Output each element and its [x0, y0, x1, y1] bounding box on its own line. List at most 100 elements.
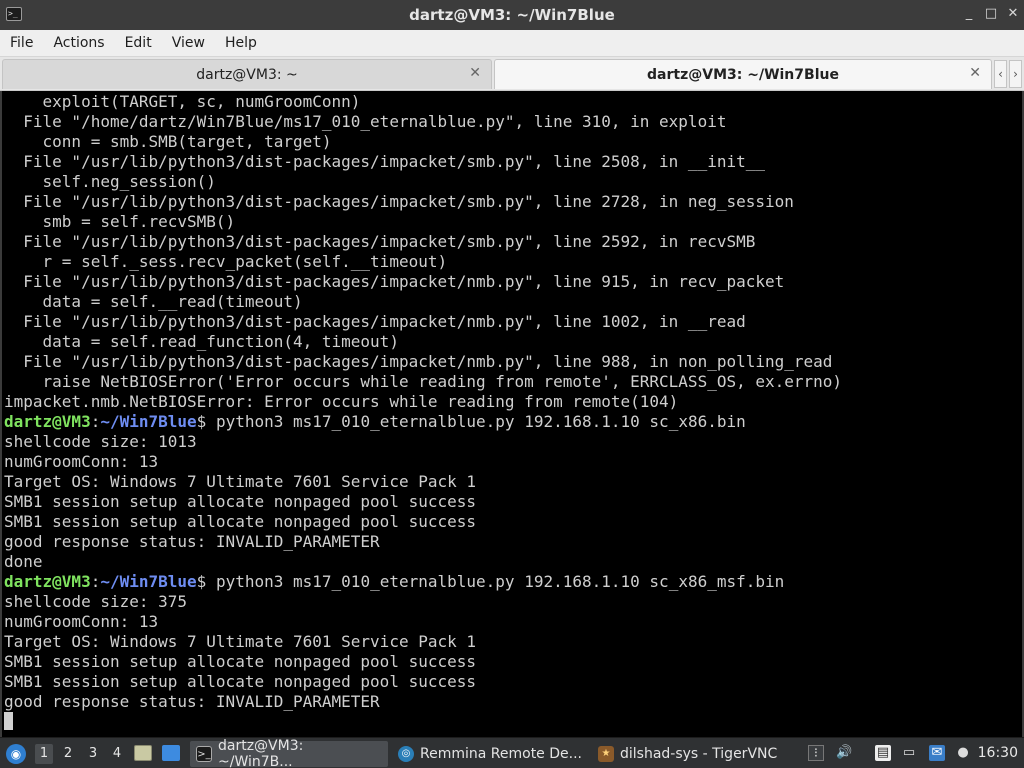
tab-close-icon[interactable]: ✕ [969, 65, 981, 81]
terminal-line-text: exploit(TARGET, sc, numGroomConn) [4, 92, 361, 111]
menu-file[interactable]: File [0, 35, 43, 51]
terminal-line-text: python3 ms17_010_eternalblue.py 192.168.… [206, 412, 746, 431]
terminal-line: File "/usr/lib/python3/dist-packages/imp… [4, 192, 1022, 212]
prompt-path: ~/Win7Blue [100, 572, 197, 591]
terminal-line: done [4, 552, 1022, 572]
clipboard-icon[interactable]: ▤ [875, 745, 891, 761]
terminal-line: File "/usr/lib/python3/dist-packages/imp… [4, 152, 1022, 172]
terminal-line: conn = smb.SMB(target, target) [4, 132, 1022, 152]
terminal-line: File "/home/dartz/Win7Blue/ms17_010_eter… [4, 112, 1022, 132]
terminal-line: SMB1 session setup allocate nonpaged poo… [4, 652, 1022, 672]
tab-home[interactable]: dartz@VM3: ~ ✕ [2, 59, 492, 89]
terminal-line-text: shellcode size: 1013 [4, 432, 197, 451]
terminal-line: File "/usr/lib/python3/dist-packages/imp… [4, 352, 1022, 372]
terminal-line-text: r = self._sess.recv_packet(self.__timeou… [4, 252, 448, 271]
terminal-line: numGroomConn: 13 [4, 612, 1022, 632]
terminal-line-text: numGroomConn: 13 [4, 612, 159, 631]
prompt-user: dartz@VM3 [4, 572, 91, 591]
terminal-line-text: File "/home/dartz/Win7Blue/ms17_010_eter… [4, 112, 727, 131]
terminal-line: File "/usr/lib/python3/dist-packages/imp… [4, 272, 1022, 292]
close-icon[interactable]: ✕ [1006, 6, 1020, 22]
remmina-icon: ◎ [398, 746, 414, 762]
task-remmina[interactable]: ◎ Remmina Remote De... [392, 741, 588, 767]
taskbar: ◉ 1 2 3 4 >_ dartz@VM3: ~/Win7B... ◎ Rem… [0, 737, 1024, 768]
tigervnc-icon: ★ [598, 746, 614, 762]
terminal-line-text: data = self.read_function(4, timeout) [4, 332, 399, 351]
terminal-line: Target OS: Windows 7 Ultimate 7601 Servi… [4, 472, 1022, 492]
minimize-icon[interactable]: _ [962, 6, 976, 22]
terminal-line-text: good response status: INVALID_PARAMETER [4, 532, 380, 551]
terminal-line-text: conn = smb.SMB(target, target) [4, 132, 332, 151]
terminal-line: SMB1 session setup allocate nonpaged poo… [4, 672, 1022, 692]
menu-help[interactable]: Help [215, 35, 267, 51]
menu-bar: File Actions Edit View Help [0, 30, 1024, 57]
menu-edit[interactable]: Edit [115, 35, 162, 51]
terminal-line: SMB1 session setup allocate nonpaged poo… [4, 512, 1022, 532]
prompt-separator: : [90, 412, 101, 431]
menu-actions[interactable]: Actions [43, 35, 114, 51]
task-label: dilshad-sys - TigerVNC [620, 746, 778, 762]
power-icon[interactable]: ● [955, 745, 971, 761]
tab-win7blue[interactable]: dartz@VM3: ~/Win7Blue ✕ [494, 59, 992, 89]
task-terminal[interactable]: >_ dartz@VM3: ~/Win7B... [190, 738, 388, 768]
terminal-line [4, 712, 1022, 732]
terminal-line: File "/usr/lib/python3/dist-packages/imp… [4, 312, 1022, 332]
terminal-line: shellcode size: 375 [4, 592, 1022, 612]
terminal-view[interactable]: exploit(TARGET, sc, numGroomConn) File "… [0, 91, 1024, 737]
terminal-line: data = self.__read(timeout) [4, 292, 1022, 312]
file-manager-icon[interactable] [134, 745, 152, 761]
terminal-line: self.neg_session() [4, 172, 1022, 192]
terminal-line: SMB1 session setup allocate nonpaged poo… [4, 492, 1022, 512]
prompt-separator: : [90, 572, 101, 591]
prompt-symbol: $ [196, 572, 207, 591]
network-icon[interactable]: ✉ [929, 745, 945, 761]
terminal-line-text: Target OS: Windows 7 Ultimate 7601 Servi… [4, 472, 477, 491]
terminal-line: numGroomConn: 13 [4, 452, 1022, 472]
tab-close-icon[interactable]: ✕ [469, 65, 481, 81]
workspace-1[interactable]: 1 [35, 744, 53, 764]
task-label: Remmina Remote De... [420, 746, 582, 762]
prompt-path: ~/Win7Blue [100, 412, 197, 431]
terminal-line-text: File "/usr/lib/python3/dist-packages/imp… [4, 352, 833, 371]
prompt-user: dartz@VM3 [4, 412, 91, 431]
start-menu-icon[interactable]: ◉ [6, 744, 26, 764]
terminal-line: good response status: INVALID_PARAMETER [4, 692, 1022, 712]
terminal-line-text: done [4, 552, 43, 571]
terminal-line-text: File "/usr/lib/python3/dist-packages/imp… [4, 232, 756, 251]
monitor-icon[interactable]: ▭ [901, 745, 917, 761]
keyboard-layout-icon[interactable]: ⁝ [808, 745, 824, 761]
terminal-cursor [4, 712, 13, 730]
terminal-line-text: raise NetBIOSError('Error occurs while r… [4, 372, 843, 391]
terminal-line-text: File "/usr/lib/python3/dist-packages/imp… [4, 272, 785, 291]
terminal-line: shellcode size: 1013 [4, 432, 1022, 452]
workspace-2[interactable]: 2 [59, 744, 77, 764]
terminal-line-text: File "/usr/lib/python3/dist-packages/imp… [4, 312, 746, 331]
tab-label: dartz@VM3: ~ [196, 66, 298, 83]
tab-bar: dartz@VM3: ~ ✕ dartz@VM3: ~/Win7Blue ✕ ‹… [0, 57, 1024, 91]
terminal-line-text: numGroomConn: 13 [4, 452, 159, 471]
menu-view[interactable]: View [162, 35, 215, 51]
task-tigervnc[interactable]: ★ dilshad-sys - TigerVNC [592, 741, 792, 767]
chevron-right-icon[interactable]: › [1009, 60, 1022, 88]
terminal-line-text: python3 ms17_010_eternalblue.py 192.168.… [206, 572, 785, 591]
task-label: dartz@VM3: ~/Win7B... [218, 738, 304, 768]
terminal-line-text: File "/usr/lib/python3/dist-packages/imp… [4, 152, 765, 171]
terminal-line-text: shellcode size: 375 [4, 592, 188, 611]
window-titlebar: >_ dartz@VM3: ~/Win7Blue _ □ ✕ [0, 0, 1024, 30]
maximize-icon[interactable]: □ [984, 6, 998, 22]
terminal-line: File "/usr/lib/python3/dist-packages/imp… [4, 232, 1022, 252]
terminal-prompt-line: dartz@VM3:~/Win7Blue$ python3 ms17_010_e… [4, 412, 1022, 432]
window-title: dartz@VM3: ~/Win7Blue [409, 6, 615, 24]
terminal-output: exploit(TARGET, sc, numGroomConn) File "… [4, 92, 1022, 732]
workspace-3[interactable]: 3 [84, 744, 102, 764]
show-desktop-icon[interactable] [162, 745, 180, 761]
terminal-line-text: SMB1 session setup allocate nonpaged poo… [4, 492, 477, 511]
terminal-line-text: SMB1 session setup allocate nonpaged poo… [4, 512, 477, 531]
terminal-line-text: good response status: INVALID_PARAMETER [4, 692, 380, 711]
chevron-left-icon[interactable]: ‹ [994, 60, 1007, 88]
terminal-icon: >_ [196, 746, 212, 762]
terminal-line: exploit(TARGET, sc, numGroomConn) [4, 92, 1022, 112]
terminal-line: impacket.nmb.NetBIOSError: Error occurs … [4, 392, 1022, 412]
volume-icon[interactable]: 🔊 [836, 745, 852, 761]
workspace-4[interactable]: 4 [108, 744, 126, 764]
